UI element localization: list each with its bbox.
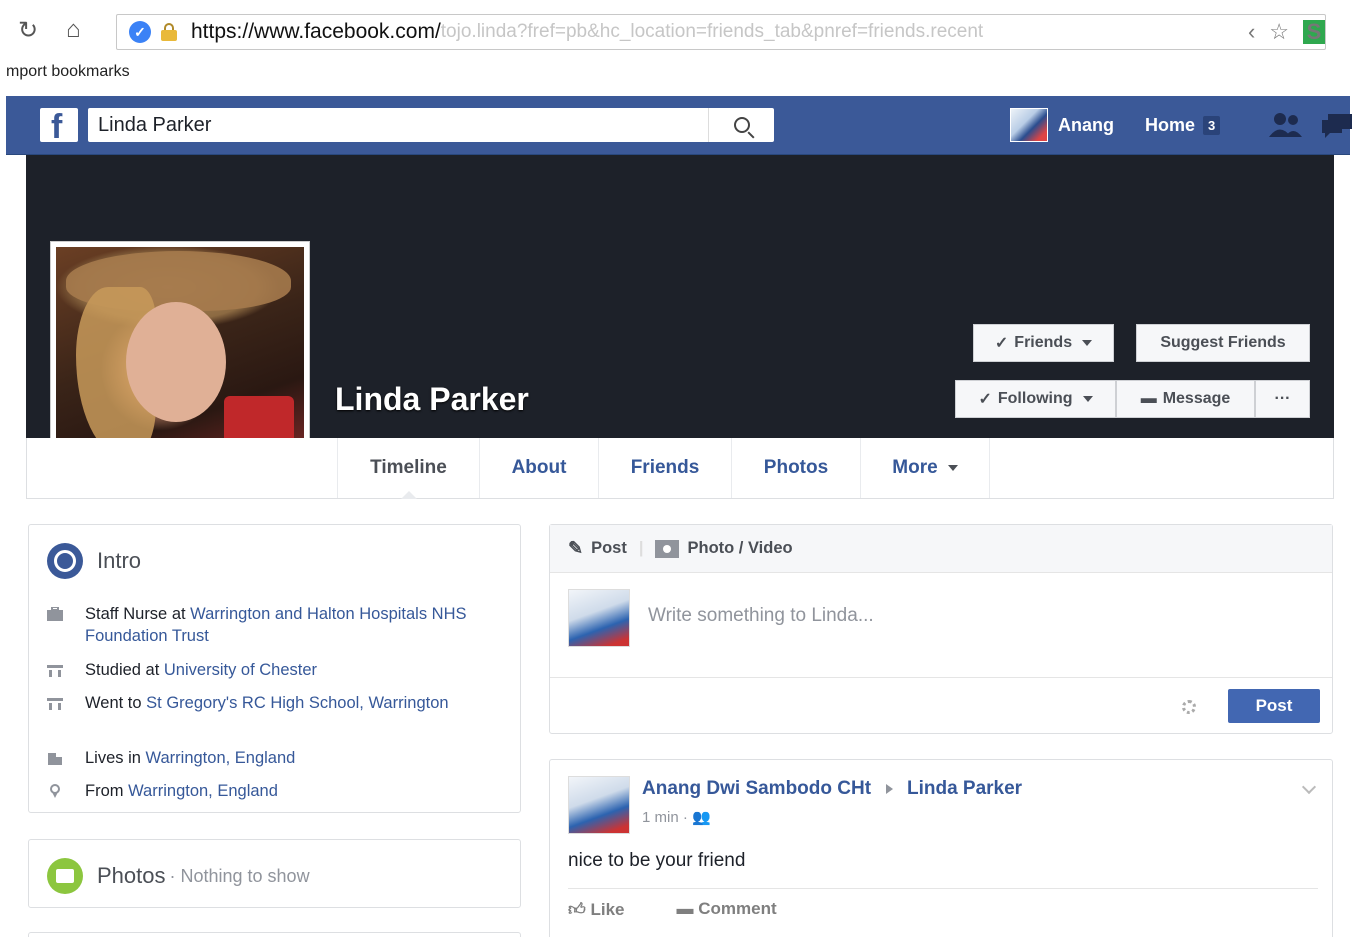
photos-card: Photos · Nothing to show — [28, 839, 521, 908]
composer-photo-tab[interactable]: Photo / Video — [687, 539, 792, 558]
tab-timeline[interactable]: Timeline — [337, 438, 480, 499]
tab-photos[interactable]: Photos — [732, 438, 861, 498]
home-link[interactable]: Home 3 — [1145, 115, 1221, 136]
photo-icon — [47, 858, 83, 894]
caret-down-icon — [1082, 340, 1093, 346]
profile-name[interactable]: Linda Parker — [335, 381, 529, 418]
post-body: nice to be your friend — [568, 850, 746, 871]
pencil-icon: ✎ — [568, 538, 584, 558]
feed-post: Anang Dwi Sambodo CHt Linda Parker 1 min… — [549, 759, 1333, 937]
check-icon: ✓ — [994, 335, 1009, 352]
hometown-link[interactable]: Warrington, England — [128, 782, 278, 800]
high-school-link[interactable]: St Gregory's RC High School, Warrington — [146, 694, 448, 712]
home-label: Home — [1145, 115, 1196, 135]
user-name: Anang — [1058, 114, 1114, 135]
intro-from: From Warrington, England — [47, 780, 517, 802]
home-icon — [48, 753, 62, 765]
search-box — [88, 108, 774, 142]
intro-card: Intro Staff Nurse at Warrington and Halt… — [28, 524, 521, 813]
lock-icon — [161, 23, 177, 41]
more-options-button[interactable]: ··· — [1255, 380, 1310, 418]
audience-friends-icon[interactable]: 👥 — [692, 809, 711, 826]
more-options-label: ··· — [1274, 390, 1291, 407]
intro-title: Intro — [97, 548, 142, 573]
suggest-friends-button[interactable]: Suggest Friends — [1136, 324, 1310, 362]
caret-down-icon — [947, 465, 958, 471]
check-icon: ✓ — [978, 391, 992, 408]
current-city-link[interactable]: Warrington, England — [146, 749, 296, 767]
caret-down-icon — [1082, 396, 1093, 402]
avatar — [1010, 108, 1048, 142]
intro-work: Staff Nurse at Warrington and Halton Hos… — [47, 603, 517, 647]
following-button-label: Following — [997, 390, 1073, 407]
post-author-link[interactable]: Anang Dwi Sambodo CHt — [642, 778, 871, 799]
search-input[interactable] — [88, 113, 708, 137]
user-profile-link[interactable]: Anang — [1010, 108, 1114, 142]
url-path: tojo.linda?fref=pb&hc_location=friends_t… — [440, 21, 984, 42]
comment-icon: ▬ — [676, 899, 694, 918]
facebook-top-bar: f Anang Home 3 — [6, 96, 1352, 155]
message-button-label: Message — [1162, 390, 1231, 407]
tab-friends[interactable]: Friends — [599, 438, 732, 498]
suggest-friends-label: Suggest Friends — [1160, 334, 1286, 351]
tab-more[interactable]: More — [861, 438, 990, 498]
avatar[interactable] — [568, 776, 630, 834]
star-icon[interactable]: ☆ — [1269, 19, 1289, 45]
photos-empty-text: · Nothing to show — [169, 865, 310, 886]
composer-post-tab[interactable]: Post — [591, 539, 627, 558]
post-actions: 👍︎ Like ▬ Comment — [568, 888, 1318, 920]
message-icon: ▬ — [1140, 390, 1157, 407]
briefcase-icon — [47, 607, 63, 621]
like-button[interactable]: 👍︎ Like — [568, 899, 625, 920]
post-meta: 1 min · 👥 — [642, 808, 711, 827]
home-icon[interactable]: ⌂ — [66, 16, 81, 44]
share-icon[interactable]: ‹ — [1248, 19, 1255, 45]
post-target-link[interactable]: Linda Parker — [907, 778, 1022, 799]
arrow-right-icon — [885, 784, 893, 794]
chevron-down-icon[interactable] — [1301, 779, 1317, 795]
school-icon — [47, 665, 63, 677]
photos-title[interactable]: Photos — [97, 863, 166, 889]
friends-button[interactable]: ✓ Friends — [973, 324, 1114, 362]
home-count-badge: 3 — [1203, 116, 1221, 135]
intro-studied: Studied at University of Chester — [47, 659, 517, 681]
import-bookmarks-link[interactable]: mport bookmarks — [6, 63, 130, 81]
composer-footer: Post — [550, 677, 1332, 735]
thumbs-up-icon: 👍︎ — [568, 900, 586, 919]
search-icon — [733, 117, 750, 133]
page-root: ↻ ⌂ ✓ https://www.facebook.com/ tojo.lin… — [0, 0, 1355, 937]
intro-went: Went to St Gregory's RC High School, War… — [47, 692, 517, 714]
following-button[interactable]: ✓ Following — [955, 380, 1116, 418]
friends-button-label: Friends — [1014, 334, 1073, 351]
browser-chrome: ↻ ⌂ ✓ https://www.facebook.com/ tojo.lin… — [0, 0, 1355, 92]
post-button[interactable]: Post — [1228, 689, 1320, 723]
post-header: Anang Dwi Sambodo CHt Linda Parker — [642, 778, 1022, 800]
search-button[interactable] — [708, 108, 774, 142]
school-icon — [47, 698, 63, 710]
verified-icon: ✓ — [129, 21, 151, 43]
composer-tabs: ✎ Post | Photo / Video — [550, 525, 1332, 573]
message-button[interactable]: ▬ Message — [1116, 380, 1255, 418]
tab-about[interactable]: About — [480, 438, 599, 498]
messages-icon[interactable] — [1322, 114, 1352, 138]
intro-lives: Lives in Warrington, England — [47, 747, 517, 769]
comment-button[interactable]: ▬ Comment — [677, 899, 777, 920]
extension-icon[interactable]: S — [1303, 19, 1325, 44]
next-card — [28, 932, 521, 937]
settings-gear-icon[interactable] — [1182, 700, 1196, 714]
reload-icon[interactable]: ↻ — [18, 16, 38, 45]
url-host: https://www.facebook.com/ — [191, 20, 441, 43]
facebook-logo-icon[interactable]: f — [40, 108, 78, 142]
profile-tabs: Timeline About Friends Photos More — [26, 438, 1334, 499]
university-link[interactable]: University of Chester — [164, 661, 317, 679]
composer-input[interactable]: Write something to Linda... — [648, 605, 874, 627]
globe-icon — [47, 543, 83, 579]
post-composer: ✎ Post | Photo / Video Write something t… — [549, 524, 1333, 734]
camera-icon — [655, 539, 680, 558]
location-pin-icon — [50, 784, 60, 798]
post-timestamp[interactable]: 1 min · — [642, 809, 688, 826]
address-bar[interactable]: ✓ https://www.facebook.com/ tojo.linda?f… — [116, 14, 1326, 50]
avatar — [568, 589, 630, 647]
friend-requests-icon[interactable] — [1268, 112, 1304, 138]
